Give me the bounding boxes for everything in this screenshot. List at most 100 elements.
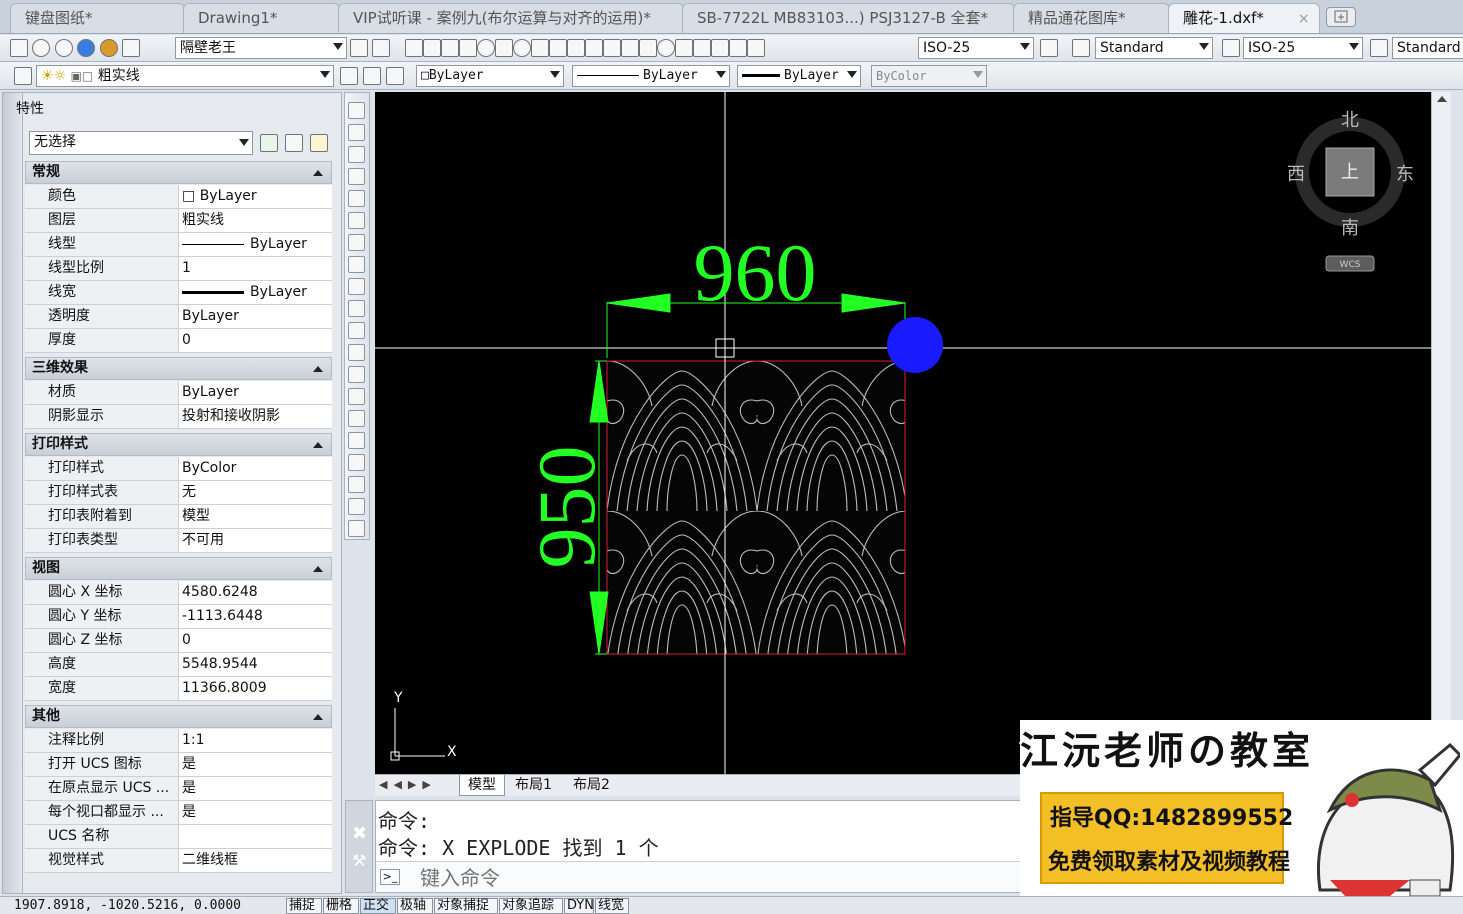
collapse-icon[interactable]	[313, 566, 323, 572]
construction-line-icon[interactable]	[348, 124, 365, 141]
wrench-icon[interactable]: ⚒	[352, 851, 366, 870]
spline-icon[interactable]	[348, 278, 365, 295]
inspect-icon[interactable]	[675, 39, 693, 57]
material-icon[interactable]	[99, 39, 118, 57]
section-header[interactable]: 视图	[25, 557, 332, 580]
dim-aligned-icon[interactable]	[423, 39, 441, 57]
property-value-cell[interactable]: ByLayer	[182, 381, 332, 404]
quick-select-icon[interactable]	[310, 134, 328, 152]
property-value-cell[interactable]: 是	[182, 753, 332, 776]
dim-baseline-icon[interactable]	[567, 39, 585, 57]
command-prompt-icon[interactable]: >_	[380, 869, 400, 885]
dim-arc-icon[interactable]	[441, 39, 459, 57]
arc-icon[interactable]	[348, 212, 365, 229]
property-value-cell[interactable]: 1:1	[182, 729, 332, 752]
close-tab-icon[interactable]: ×	[1298, 5, 1310, 33]
property-value-cell[interactable]: 0	[182, 629, 332, 652]
center-mark-icon[interactable]	[657, 39, 675, 57]
property-row[interactable]: 注释比例 1:1	[25, 729, 332, 753]
property-value-cell[interactable]: 粗实线	[182, 209, 332, 232]
property-row[interactable]: 线宽 ByLayer	[25, 281, 332, 305]
property-row[interactable]: 视觉样式 二维线框	[25, 849, 332, 873]
property-row[interactable]: 打印样式表无	[25, 481, 332, 505]
viewcube[interactable]	[1295, 117, 1405, 272]
property-value-cell[interactable]: ByLayer	[182, 233, 332, 256]
multiline-text-icon[interactable]	[348, 498, 365, 515]
section-header[interactable]: 其他	[25, 705, 332, 728]
property-value-cell[interactable]: -1113.6448	[182, 605, 332, 628]
tab-drawing1[interactable]: Drawing1*	[183, 3, 340, 33]
toolbar-icon[interactable]	[10, 39, 28, 57]
dim-linear-icon[interactable]	[405, 39, 423, 57]
property-value-cell[interactable]: ByLayer	[182, 305, 332, 328]
property-row[interactable]: 在原点显示 UCS ... 是	[25, 777, 332, 801]
viewcube-top[interactable]: 上	[1341, 162, 1359, 183]
tab-layout1[interactable]: 布局1	[509, 775, 558, 796]
property-value-cell[interactable]: 二维线框	[182, 849, 332, 872]
status-toggle[interactable]: 线宽	[595, 898, 629, 914]
quick-dim-icon[interactable]	[549, 39, 567, 57]
collapse-icon[interactable]	[313, 442, 323, 448]
viewcube-north[interactable]: 北	[1341, 110, 1359, 131]
dim-edit-icon[interactable]	[711, 39, 729, 57]
tab-carving-dxf[interactable]: 雕花-1.dxf* ×	[1168, 3, 1320, 33]
lineweight-select[interactable]: ByLayer	[737, 65, 861, 87]
revision-cloud-icon[interactable]	[348, 256, 365, 273]
property-value-cell[interactable]: □ ByLayer	[182, 185, 332, 208]
model-space-canvas[interactable]: 960 950 Y X 上 北 南 东 西 WCS	[375, 92, 1431, 774]
section-header[interactable]: 打印样式	[25, 433, 332, 456]
select-objects-icon[interactable]	[285, 134, 303, 152]
line-icon[interactable]	[348, 102, 365, 119]
dimstyle2-select[interactable]: ISO-25	[1243, 37, 1363, 59]
layout-nav-arrows[interactable]: ◀◀▶▶	[379, 778, 437, 791]
layer-select[interactable]: ☀☼ ▣□ 粗实线	[36, 65, 334, 87]
viewcube-east[interactable]: 东	[1396, 164, 1414, 185]
close-icon[interactable]: ✖	[352, 823, 367, 844]
tab-keyboard-drawing[interactable]: 键盘图纸*	[10, 3, 185, 33]
property-value-cell[interactable]: ByColor	[182, 457, 332, 480]
ellipse-icon[interactable]	[348, 300, 365, 317]
ellipse-arc-icon[interactable]	[348, 322, 365, 339]
property-value-cell[interactable]: ByLayer	[182, 281, 332, 304]
dim-break-icon[interactable]	[621, 39, 639, 57]
property-value-cell[interactable]: 0	[182, 329, 332, 352]
property-value-cell[interactable]: 4580.6248	[182, 581, 332, 604]
layer-state-icon[interactable]	[386, 67, 404, 85]
insert-block-icon[interactable]	[348, 344, 365, 361]
toolbar-icon[interactable]	[122, 39, 141, 57]
dim-space-icon[interactable]	[603, 39, 621, 57]
jogged-linear-icon[interactable]	[693, 39, 711, 57]
scroll-up-icon[interactable]	[1436, 96, 1447, 102]
dim-text-edit-icon[interactable]	[729, 39, 747, 57]
palette-title-bar[interactable]	[3, 93, 23, 893]
dim-update-icon[interactable]	[747, 39, 765, 57]
settings-icon[interactable]	[372, 39, 391, 57]
collapse-icon[interactable]	[313, 714, 323, 720]
layer-current-icon[interactable]	[340, 67, 358, 85]
tolerance-icon[interactable]	[639, 39, 657, 57]
table-style-select[interactable]: Standard	[1392, 37, 1463, 59]
workspace-select[interactable]: 隔壁老王	[175, 37, 347, 59]
tab-vip-course[interactable]: VIP试听课 - 案例九(布尔运算与对齐的运用)*	[338, 3, 684, 33]
property-value-cell[interactable]: 无	[182, 481, 332, 504]
property-row[interactable]: 打印表类型 不可用	[25, 529, 332, 553]
tab-layout2[interactable]: 布局2	[567, 775, 616, 796]
table-icon[interactable]	[348, 476, 365, 493]
command-input[interactable]	[420, 865, 1020, 890]
region-icon[interactable]	[348, 454, 365, 471]
property-value-cell[interactable]	[182, 825, 332, 848]
dimstyle-icon[interactable]	[1040, 39, 1058, 57]
ban-icon[interactable]	[54, 39, 73, 57]
tab-sb-7722l[interactable]: SB-7722L MB83103...) PSJ3127-B 全套*	[682, 3, 1015, 33]
property-row[interactable]: 每个视口都显示 ... 是	[25, 801, 332, 825]
status-toggle[interactable]: 对象捕捉	[434, 898, 498, 914]
layer-previous-icon[interactable]	[363, 67, 381, 85]
carving-pattern[interactable]	[607, 361, 905, 654]
property-row[interactable]: 线型 ByLayer	[25, 233, 332, 257]
status-toggle[interactable]: DYN	[564, 898, 594, 914]
status-toggle[interactable]: 栅格	[323, 898, 359, 914]
property-value-cell[interactable]: 11366.8009	[182, 677, 332, 700]
property-row[interactable]: UCS 名称	[25, 825, 332, 849]
dim-diameter-icon[interactable]	[513, 39, 531, 57]
tab-model[interactable]: 模型	[459, 775, 505, 796]
